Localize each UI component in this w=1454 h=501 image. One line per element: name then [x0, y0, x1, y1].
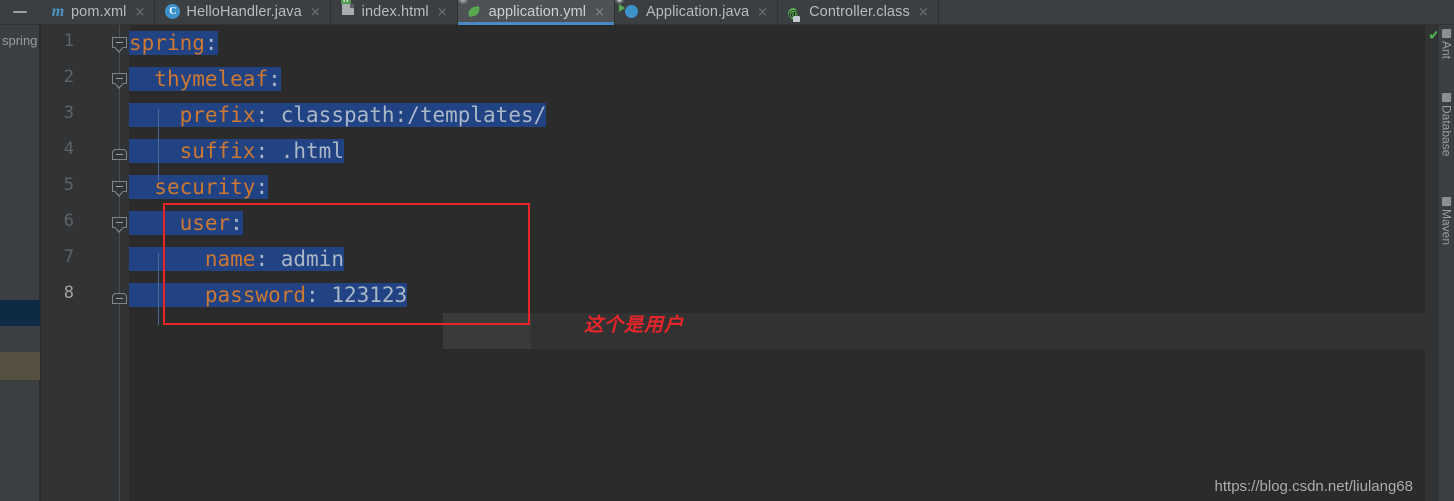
line-number-4: 4 — [63, 139, 74, 159]
fold-rail — [119, 25, 120, 501]
yaml-key-3: prefix — [179, 103, 256, 127]
line-number-8: 8 — [63, 283, 74, 303]
yaml-key-1: spring — [129, 31, 205, 55]
yaml-colon-8: : — [306, 283, 319, 307]
tab-close-icon[interactable]: × — [918, 6, 929, 19]
yaml-colon-4: : — [255, 139, 269, 163]
tool-button-ant[interactable]: Ant — [1438, 29, 1454, 59]
yaml-colon-6: : — [230, 211, 243, 235]
tab-label: Controller.class — [809, 4, 910, 20]
spring-yaml-icon — [457, 0, 484, 20]
ant-icon — [1442, 29, 1451, 38]
code-line-1[interactable]: spring: — [129, 25, 218, 61]
tab-close-icon[interactable]: × — [437, 6, 448, 19]
yaml-key-6: user — [179, 211, 231, 235]
annotation-class-icon: @ — [788, 8, 801, 22]
indent-guide — [158, 253, 160, 325]
yaml-source[interactable]: spring: thymeleaf: prefix: classpath:/te… — [129, 25, 547, 325]
hide-tool-window-button[interactable] — [0, 0, 40, 24]
indent-guide — [158, 109, 160, 181]
tab-hellohandler-java[interactable]: C HelloHandler.java × — [155, 0, 331, 24]
line-number-6: 6 — [63, 211, 74, 231]
code-line-4[interactable]: suffix: .html — [129, 133, 344, 169]
ide-window: m pom.xml × C HelloHandler.java × Hindex.html ×… — [0, 0, 1454, 501]
code-line-7[interactable]: name: admin — [129, 241, 344, 277]
tab-controller-class[interactable]: @ Controller.class × — [778, 0, 939, 24]
yaml-key-4: suffix — [179, 139, 256, 163]
maven-icon — [1442, 197, 1451, 206]
fold-marker-line-6[interactable] — [112, 217, 127, 233]
yaml-colon-1: : — [204, 31, 218, 55]
editor-tab-bar: m pom.xml × C HelloHandler.java × Hindex.html ×… — [0, 0, 1454, 25]
tool-button-database-label: Database — [1439, 105, 1454, 157]
yaml-colon-2: : — [268, 67, 281, 91]
tab-label: pom.xml — [71, 4, 127, 20]
tab-label: index.html — [361, 4, 429, 20]
spring-boot-run-icon — [615, 0, 641, 20]
code-line-5[interactable]: security: — [129, 169, 269, 205]
code-editor[interactable]: spring: thymeleaf: prefix: classpath:/te… — [129, 25, 1425, 501]
line-number-1: 1 — [63, 31, 74, 51]
yaml-value-7: admin — [280, 247, 344, 271]
yaml-key-7: name — [204, 247, 256, 271]
line-number-3: 3 — [63, 103, 74, 123]
tab-pom-xml[interactable]: m pom.xml × — [40, 0, 156, 24]
caret-line-gap — [443, 313, 531, 349]
yaml-value-3: classpath:/templates/ — [280, 103, 547, 127]
code-line-2[interactable]: thymeleaf: — [129, 61, 281, 97]
yaml-colon-7: : — [255, 247, 269, 271]
tool-button-database[interactable]: Database — [1438, 93, 1454, 156]
line-number-7: 7 — [63, 247, 74, 267]
yaml-key-2: thymeleaf — [154, 67, 269, 91]
line-number-2: 2 — [63, 67, 74, 87]
yaml-key-5: security — [154, 175, 256, 199]
project-tree-row-highlight[interactable] — [0, 352, 40, 380]
tab-application-java[interactable]: Application.java × — [615, 0, 779, 24]
fold-marker-line-1[interactable] — [112, 37, 127, 53]
fold-marker-line-5[interactable] — [112, 181, 127, 197]
tool-button-maven[interactable]: Maven — [1438, 197, 1454, 245]
tab-close-icon[interactable]: × — [594, 6, 605, 19]
tool-button-ant-label: Ant — [1439, 41, 1454, 60]
project-tree-row-selected[interactable] — [0, 300, 40, 326]
tab-close-icon[interactable]: × — [757, 6, 768, 19]
tab-list: m pom.xml × C HelloHandler.java × Hindex.html ×… — [40, 0, 939, 25]
tool-button-maven-label: Maven — [1439, 209, 1454, 246]
error-stripe-marker-bar[interactable] — [1425, 25, 1437, 501]
line-number-5: 5 — [63, 175, 74, 195]
project-tree-row[interactable] — [0, 326, 40, 352]
tab-label: HelloHandler.java — [186, 4, 302, 20]
code-line-8[interactable]: password: 123123 — [129, 277, 408, 313]
right-tool-window-strip: Ant Database Maven — [1437, 25, 1454, 501]
code-line-3[interactable]: prefix: classpath:/templates/ — [129, 97, 547, 133]
watermark-text: https://blog.csdn.net/liulang68 — [1214, 478, 1413, 495]
tab-label: Application.java — [646, 4, 750, 20]
tab-application-yml[interactable]: application.yml × — [457, 0, 615, 25]
tab-close-icon[interactable]: × — [135, 6, 146, 19]
maven-file-icon: m — [51, 3, 65, 20]
minimize-icon — [13, 11, 27, 13]
html-file-icon: H — [340, 0, 357, 20]
yaml-colon-3: : — [255, 103, 269, 127]
yaml-value-8: 123123 — [331, 283, 408, 307]
java-class-icon: C — [165, 4, 181, 20]
fold-end-line-8[interactable] — [112, 293, 127, 308]
editor-gutter[interactable]: 1 2 3 4 5 6 7 8 — [41, 25, 129, 501]
code-line-6[interactable]: user: — [129, 205, 243, 241]
tab-index-html[interactable]: Hindex.html × — [330, 0, 458, 24]
yaml-value-4: .html — [280, 139, 344, 163]
yaml-colon-5: : — [255, 175, 269, 199]
tab-close-icon[interactable]: × — [310, 6, 321, 19]
fold-end-line-4[interactable] — [112, 149, 127, 164]
yaml-key-8: password — [204, 283, 307, 307]
database-icon — [1442, 93, 1451, 102]
fold-marker-line-2[interactable] — [112, 73, 127, 89]
tab-label: application.yml — [488, 4, 587, 20]
annotation-text: 这个是用户 — [584, 314, 685, 336]
